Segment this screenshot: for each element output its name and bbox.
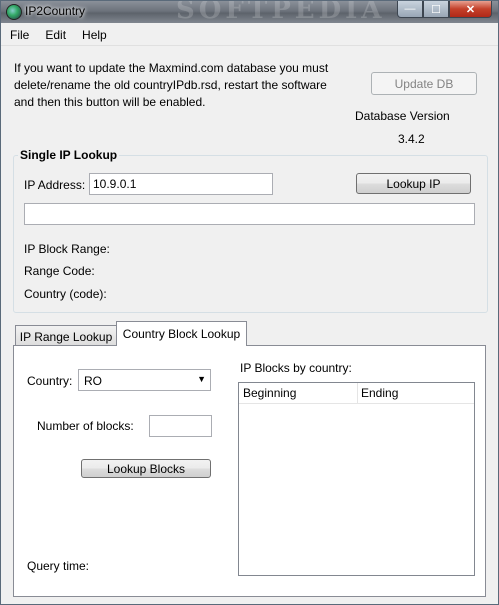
lookup-blocks-button[interactable]: Lookup Blocks [81, 459, 211, 478]
ip-address-label: IP Address: [24, 178, 86, 192]
number-of-blocks-input[interactable] [149, 415, 212, 437]
window-title: IP2Country [25, 4, 86, 18]
ip-address-input[interactable]: 10.9.0.1 [89, 173, 273, 195]
column-header-beginning[interactable]: Beginning [243, 386, 296, 400]
country-select-value: RO [84, 374, 102, 388]
db-version-value: 3.4.2 [398, 132, 425, 146]
menu-help[interactable]: Help [73, 25, 114, 45]
lookup-ip-button[interactable]: Lookup IP [356, 173, 471, 194]
query-time-label: Query time: [27, 559, 90, 573]
range-code-label: Range Code: [24, 264, 95, 278]
tab-ip-range-lookup[interactable]: IP Range Lookup [15, 325, 117, 346]
update-db-button[interactable]: Update DB [371, 72, 477, 95]
update-info-line: If you want to update the Maxmind.com da… [14, 61, 329, 75]
menu-bar: File Edit Help [1, 25, 498, 46]
chevron-down-icon[interactable]: ▼ [197, 374, 206, 384]
globe-icon [6, 4, 22, 20]
close-button[interactable]: ✕ [449, 1, 492, 18]
title-bar[interactable]: IP2Country SOFTPEDIA — ☐ ✕ [1, 0, 498, 25]
tab-label: IP Range Lookup [19, 330, 113, 344]
db-version-label: Database Version [355, 109, 450, 123]
menu-file[interactable]: File [1, 25, 36, 45]
window-controls: — ☐ ✕ [397, 1, 492, 19]
country-select[interactable]: RO ▼ [78, 369, 211, 391]
lookup-result-field[interactable] [24, 203, 475, 225]
list-header: Beginning Ending [239, 383, 474, 404]
app-window: IP2Country SOFTPEDIA — ☐ ✕ File Edit Hel… [0, 0, 499, 605]
minimize-icon: — [404, 3, 416, 15]
ip-blocks-list[interactable]: Beginning Ending [238, 382, 475, 576]
number-of-blocks-label: Number of blocks: [37, 419, 134, 433]
watermark-text: SOFTPEDIA [176, 0, 386, 25]
maximize-icon: ☐ [431, 3, 441, 16]
update-info-line: delete/rename the old countryIPdb.rsd, r… [14, 78, 327, 92]
update-info-text: If you want to update the Maxmind.com da… [14, 60, 344, 111]
ip-block-range-label: IP Block Range: [24, 242, 110, 256]
single-ip-lookup-title: Single IP Lookup [18, 148, 120, 162]
country-code-label: Country (code): [24, 287, 107, 301]
column-header-ending[interactable]: Ending [361, 386, 398, 400]
minimize-button[interactable]: — [397, 1, 423, 18]
country-label: Country: [27, 374, 73, 388]
maximize-button[interactable]: ☐ [423, 1, 449, 18]
menu-edit[interactable]: Edit [36, 25, 73, 45]
tab-country-block-lookup[interactable]: Country Block Lookup [116, 321, 247, 346]
close-icon: ✕ [465, 3, 476, 16]
tab-label: Country Block Lookup [122, 327, 241, 341]
column-divider[interactable] [357, 383, 358, 403]
update-info-line: and then this button will be enabled. [14, 95, 206, 109]
ip-blocks-by-country-label: IP Blocks by country: [240, 361, 352, 375]
